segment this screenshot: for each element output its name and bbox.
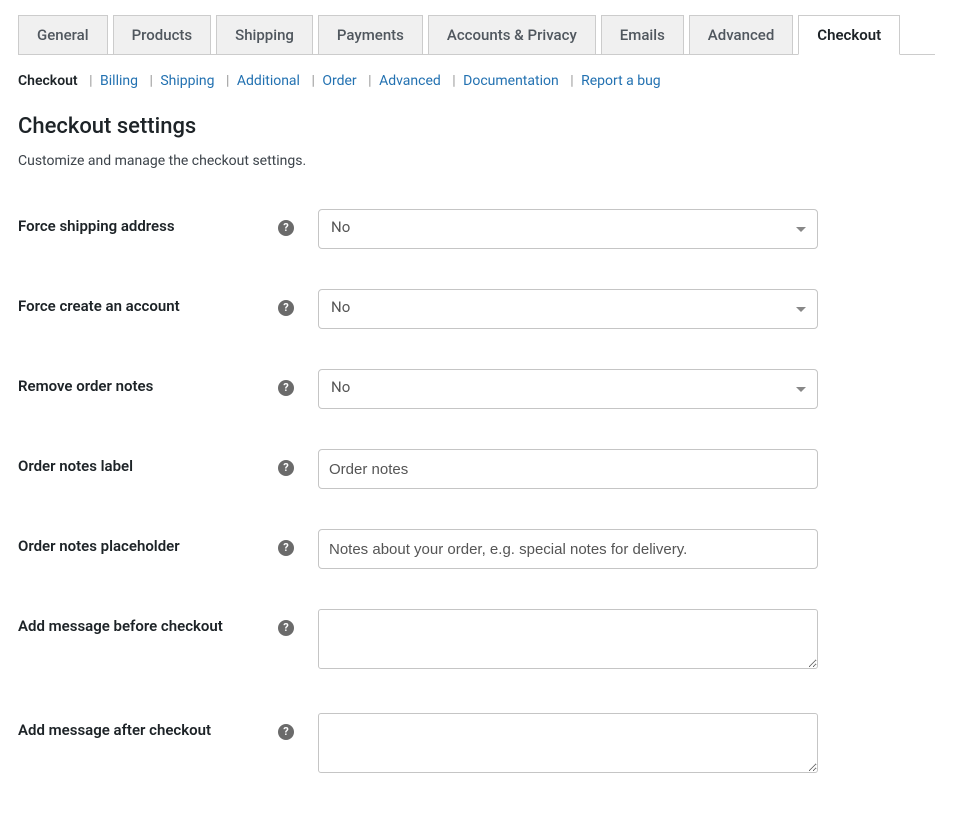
- subnav-documentation[interactable]: Documentation: [463, 73, 559, 89]
- section-title: Checkout settings: [18, 114, 935, 139]
- tab-checkout[interactable]: Checkout: [798, 15, 900, 55]
- row-force-shipping-address: Force shipping address ? No: [18, 209, 935, 249]
- help-icon[interactable]: ?: [278, 220, 294, 236]
- row-message-after-checkout: Add message after checkout ?: [18, 713, 935, 777]
- tab-shipping[interactable]: Shipping: [216, 15, 313, 55]
- help-icon[interactable]: ?: [278, 300, 294, 316]
- tab-accounts-privacy[interactable]: Accounts & Privacy: [428, 15, 596, 55]
- tab-general[interactable]: General: [18, 15, 108, 55]
- separator: |: [311, 73, 314, 89]
- select-force-shipping-address[interactable]: No: [318, 209, 818, 249]
- row-message-before-checkout: Add message before checkout ?: [18, 609, 935, 673]
- select-value: No: [318, 369, 818, 409]
- label-order-notes-placeholder: Order notes placeholder: [18, 529, 278, 555]
- label-force-create-account: Force create an account: [18, 289, 278, 315]
- row-force-create-account: Force create an account ? No: [18, 289, 935, 329]
- textarea-message-before-checkout[interactable]: [318, 609, 818, 669]
- tab-advanced[interactable]: Advanced: [689, 15, 793, 55]
- select-force-create-account[interactable]: No: [318, 289, 818, 329]
- help-icon[interactable]: ?: [278, 380, 294, 396]
- input-order-notes-placeholder[interactable]: [318, 529, 818, 569]
- help-icon[interactable]: ?: [278, 540, 294, 556]
- primary-tab-nav: General Products Shipping Payments Accou…: [18, 15, 935, 55]
- subnav-shipping[interactable]: Shipping: [160, 73, 214, 89]
- label-order-notes-label: Order notes label: [18, 449, 278, 475]
- separator: |: [368, 73, 371, 89]
- row-remove-order-notes: Remove order notes ? No: [18, 369, 935, 409]
- textarea-message-after-checkout[interactable]: [318, 713, 818, 773]
- tab-payments[interactable]: Payments: [318, 15, 423, 55]
- subnav-advanced[interactable]: Advanced: [379, 73, 441, 89]
- tab-emails[interactable]: Emails: [601, 15, 684, 55]
- subnav-report-bug[interactable]: Report a bug: [581, 73, 661, 89]
- help-icon[interactable]: ?: [278, 724, 294, 740]
- subnav-checkout[interactable]: Checkout: [18, 73, 78, 89]
- label-force-shipping-address: Force shipping address: [18, 209, 278, 235]
- label-message-after-checkout: Add message after checkout: [18, 713, 278, 739]
- separator: |: [226, 73, 229, 89]
- label-message-before-checkout: Add message before checkout: [18, 609, 278, 635]
- select-value: No: [318, 209, 818, 249]
- subnav-billing[interactable]: Billing: [100, 73, 138, 89]
- row-order-notes-label: Order notes label ?: [18, 449, 935, 489]
- select-value: No: [318, 289, 818, 329]
- separator: |: [452, 73, 455, 89]
- subnav-additional[interactable]: Additional: [237, 73, 300, 89]
- sub-nav: Checkout | Billing | Shipping | Addition…: [18, 73, 935, 89]
- subnav-order[interactable]: Order: [322, 73, 356, 89]
- help-icon[interactable]: ?: [278, 620, 294, 636]
- row-order-notes-placeholder: Order notes placeholder ?: [18, 529, 935, 569]
- section-description: Customize and manage the checkout settin…: [18, 153, 935, 169]
- tab-products[interactable]: Products: [113, 15, 212, 55]
- label-remove-order-notes: Remove order notes: [18, 369, 278, 395]
- separator: |: [570, 73, 573, 89]
- separator: |: [89, 73, 92, 89]
- help-icon[interactable]: ?: [278, 460, 294, 476]
- separator: |: [149, 73, 152, 89]
- select-remove-order-notes[interactable]: No: [318, 369, 818, 409]
- input-order-notes-label[interactable]: [318, 449, 818, 489]
